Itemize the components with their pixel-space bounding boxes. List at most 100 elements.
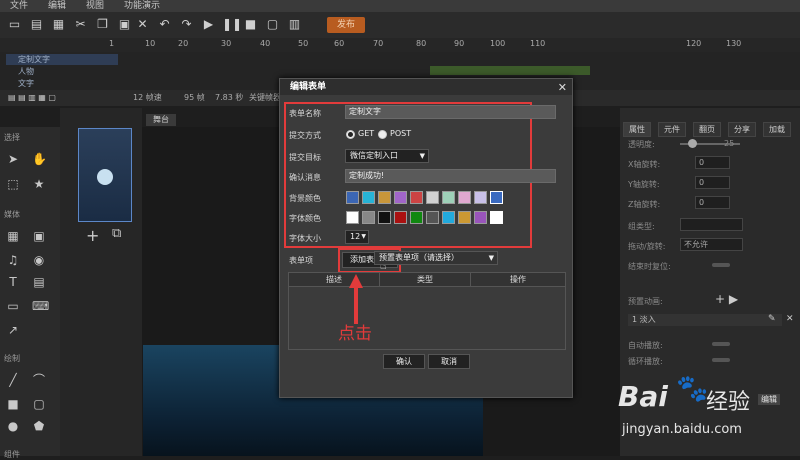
pentagon-icon[interactable]: ⬟ bbox=[32, 419, 46, 433]
menu-file[interactable]: 文件 bbox=[10, 0, 28, 12]
layer-row[interactable]: 定制文字 bbox=[6, 54, 118, 65]
edit-animation-icon[interactable]: ✎ bbox=[768, 314, 776, 324]
target-select[interactable]: 微信定制入口 ▼ bbox=[345, 149, 429, 163]
audio-icon[interactable]: ♫ bbox=[6, 253, 20, 267]
bg-color-swatch[interactable] bbox=[362, 191, 375, 204]
paste-icon[interactable]: ▣ bbox=[118, 18, 131, 31]
export-icon[interactable]: ▥ bbox=[288, 18, 301, 31]
undo-icon[interactable]: ↶ bbox=[158, 18, 171, 31]
radio-post[interactable] bbox=[378, 130, 387, 139]
tab-pageflip[interactable]: 翻页 bbox=[693, 122, 721, 137]
pause-icon[interactable]: ❚❚ bbox=[222, 18, 242, 31]
menu-edit[interactable]: 编辑 bbox=[48, 0, 66, 12]
rounded-rect-icon[interactable]: ▢ bbox=[32, 397, 46, 411]
tab-stage[interactable]: 舞台 bbox=[146, 114, 176, 126]
frame-icon[interactable]: ▢ bbox=[266, 18, 279, 31]
bg-color-swatch[interactable] bbox=[410, 191, 423, 204]
star-icon[interactable]: ★ bbox=[32, 177, 46, 191]
font-color-swatch[interactable] bbox=[410, 211, 423, 224]
font-color-swatch[interactable] bbox=[458, 211, 471, 224]
delete-icon[interactable]: ✕ bbox=[136, 18, 149, 31]
col-actions: 操作 bbox=[510, 275, 526, 284]
x-rotate-input[interactable]: 0 bbox=[695, 156, 730, 169]
ok-button[interactable]: 确认 bbox=[383, 354, 425, 369]
copy-icon[interactable]: ❐ bbox=[96, 18, 109, 31]
rect-icon[interactable]: ■ bbox=[6, 397, 20, 411]
cancel-button[interactable]: 取消 bbox=[428, 354, 470, 369]
layer-row[interactable]: 人物 bbox=[6, 66, 118, 77]
form-name-input[interactable]: 定制文字 bbox=[345, 105, 556, 119]
y-rotate-input[interactable]: 0 bbox=[695, 176, 730, 189]
confirm-message-input[interactable]: 定制成功! bbox=[345, 169, 556, 183]
copy-page-icon[interactable]: ⧉ bbox=[112, 226, 121, 241]
chart-icon[interactable]: ↗ bbox=[6, 323, 20, 337]
close-icon[interactable]: ✕ bbox=[558, 80, 567, 96]
tab-components[interactable]: 元件 bbox=[658, 122, 686, 137]
font-size-select[interactable]: 12 ▼ bbox=[345, 230, 369, 244]
open-file-icon[interactable]: ▤ bbox=[30, 18, 43, 31]
font-color-swatch[interactable] bbox=[394, 211, 407, 224]
redo-icon[interactable]: ↷ bbox=[180, 18, 193, 31]
bg-color-swatches bbox=[346, 191, 506, 204]
grid-icon[interactable]: ▦ bbox=[6, 229, 20, 243]
drag-rotate-select[interactable]: 不允许 bbox=[680, 238, 743, 251]
tick-label: 70 bbox=[373, 39, 384, 48]
stop-icon[interactable]: ■ bbox=[244, 18, 257, 31]
add-page-icon[interactable]: + bbox=[86, 226, 99, 245]
tab-share[interactable]: 分享 bbox=[728, 122, 756, 137]
bg-color-swatch[interactable] bbox=[442, 191, 455, 204]
keyframe-span[interactable] bbox=[430, 66, 590, 75]
timeline-ruler[interactable]: 1 10 20 30 40 50 60 70 80 90 100 110 120… bbox=[0, 38, 800, 52]
image-icon[interactable]: ▣ bbox=[32, 229, 46, 243]
video-icon[interactable]: ◉ bbox=[32, 253, 46, 267]
opacity-slider-handle[interactable] bbox=[688, 139, 697, 148]
add-animation-icon[interactable]: + ▶ bbox=[715, 292, 738, 306]
dialog-titlebar[interactable]: 编辑表单 ✕ bbox=[280, 79, 572, 95]
group-type-select[interactable] bbox=[680, 218, 743, 231]
bg-color-swatch[interactable] bbox=[394, 191, 407, 204]
font-color-swatch[interactable] bbox=[362, 211, 375, 224]
crop-icon[interactable]: ⬚ bbox=[6, 177, 20, 191]
page-thumbnail[interactable] bbox=[78, 128, 132, 222]
save-icon[interactable]: ▦ bbox=[52, 18, 65, 31]
preset-items-select[interactable]: 预置表单项（请选择） ▼ bbox=[374, 251, 498, 265]
hand-icon[interactable]: ✋ bbox=[32, 152, 47, 166]
text-icon[interactable]: T bbox=[6, 275, 20, 289]
bg-color-swatch[interactable] bbox=[458, 191, 471, 204]
end-reset-toggle[interactable] bbox=[712, 263, 730, 267]
tab-loading[interactable]: 加载 bbox=[763, 122, 791, 137]
animation-item[interactable]: 1 淡入 bbox=[628, 314, 782, 326]
loop-toggle[interactable] bbox=[712, 358, 730, 362]
z-rotate-input[interactable]: 0 bbox=[695, 196, 730, 209]
add-layer-icon[interactable]: ▤ ▤ ▥ ▦ ▢ bbox=[8, 90, 56, 106]
form-icon[interactable]: ▭ bbox=[6, 299, 20, 313]
font-color-swatch[interactable] bbox=[474, 211, 487, 224]
play-icon[interactable]: ▶ bbox=[202, 18, 215, 31]
font-color-swatch[interactable] bbox=[490, 211, 503, 224]
new-file-icon[interactable]: ▭ bbox=[8, 18, 21, 31]
bg-color-swatch[interactable] bbox=[346, 191, 359, 204]
publish-button[interactable]: 发布 bbox=[327, 17, 365, 33]
layer-row[interactable]: 文字 bbox=[6, 78, 118, 89]
bg-color-swatch[interactable] bbox=[474, 191, 487, 204]
code-icon[interactable]: ⌨ bbox=[32, 299, 49, 313]
line-icon[interactable]: ╱ bbox=[6, 373, 20, 387]
font-color-swatch[interactable] bbox=[426, 211, 439, 224]
delete-animation-icon[interactable]: ✕ bbox=[786, 314, 794, 324]
menu-demo[interactable]: 功能演示 bbox=[124, 0, 160, 12]
cut-icon[interactable]: ✂ bbox=[74, 18, 87, 31]
autoplay-toggle[interactable] bbox=[712, 342, 730, 346]
circle-icon[interactable]: ● bbox=[6, 419, 20, 433]
bg-color-swatch[interactable] bbox=[426, 191, 439, 204]
bg-color-swatch[interactable] bbox=[490, 191, 503, 204]
menu-view[interactable]: 视图 bbox=[86, 0, 104, 12]
pointer-icon[interactable]: ➤ bbox=[6, 152, 20, 166]
curve-icon[interactable]: ⌒ bbox=[32, 373, 46, 387]
textbox-icon[interactable]: ▤ bbox=[32, 275, 46, 289]
font-color-swatch[interactable] bbox=[442, 211, 455, 224]
preset-animation-label: 预置动画: bbox=[628, 297, 663, 306]
bg-color-swatch[interactable] bbox=[378, 191, 391, 204]
tab-properties[interactable]: 属性 bbox=[623, 122, 651, 137]
font-color-swatch[interactable] bbox=[378, 211, 391, 224]
font-color-swatch[interactable] bbox=[346, 211, 359, 224]
